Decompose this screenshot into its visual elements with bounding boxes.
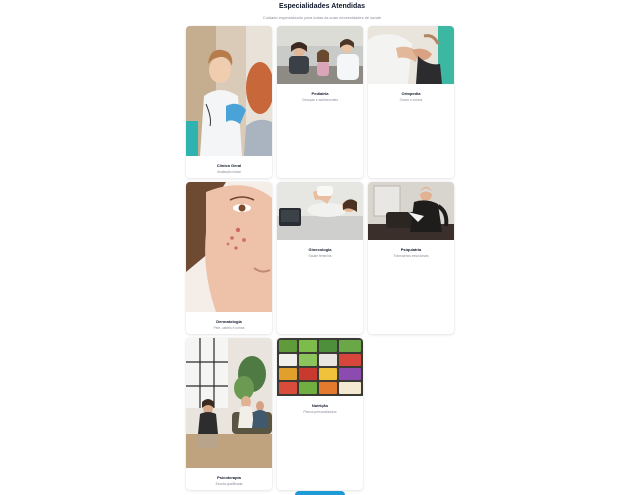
specialty-title: Clínica Geral [216, 163, 242, 168]
section-title: Especialidades Atendidas [278, 3, 366, 10]
specialties-section: Especialidades Atendidas Cuidado especia… [0, 0, 644, 495]
section-subtitle: Cuidado especializado para todas as suas… [262, 15, 382, 20]
doctor-examining-patient-photo [186, 26, 272, 156]
specialty-description: Planos personalizados [303, 410, 337, 414]
specialty-title: Psiquiatria [400, 247, 422, 252]
specialty-card-clinica-geral[interactable]: Clínica Geral Avaliação inicial [186, 26, 272, 178]
skin-closeup-photo [186, 182, 272, 312]
ultrasound-exam-photo [277, 182, 363, 240]
specialty-description: Transtornos emocionais [393, 254, 429, 258]
specialty-title: Nutrição [311, 403, 329, 408]
specialty-description: Crianças e adolescentes [301, 98, 339, 102]
specialty-description: Saúde feminina [308, 254, 332, 258]
specialty-description: Ossos e coluna [399, 98, 423, 102]
specialty-card-ginecologia[interactable]: Ginecologia Saúde feminina [277, 182, 363, 334]
specialty-title: Pediatria [311, 91, 329, 96]
vegetables-market-photo [277, 338, 363, 396]
specialty-card-ortopedia[interactable]: Ortopedia Ossos e coluna [368, 26, 454, 178]
specialty-title: Ginecologia [308, 247, 332, 252]
specialty-title: Dermatologia [216, 319, 242, 324]
specialty-description: Escuta qualificada [215, 482, 243, 486]
specialty-description: Pele, cabelo e unhas [213, 326, 245, 330]
cta-button[interactable] [295, 491, 345, 495]
specialty-card-psiquiatria[interactable]: Psiquiatria Transtornos emocionais [368, 182, 454, 334]
specialty-card-nutricao[interactable]: Nutrição Planos personalizados [277, 338, 363, 490]
group-therapy-room-photo [186, 338, 272, 468]
specialty-title: Psicoterapia [217, 475, 241, 480]
specialty-card-psicoterapia[interactable]: Psicoterapia Escuta qualificada [186, 338, 272, 490]
specialty-card-pediatria[interactable]: Pediatria Crianças e adolescentes [277, 26, 363, 178]
therapy-session-photo [368, 182, 454, 240]
specialty-title: Ortopedia [401, 91, 421, 96]
specialty-description: Avaliação inicial [217, 170, 241, 174]
orthopedic-exam-photo [368, 26, 454, 84]
specialty-card-dermatologia[interactable]: Dermatologia Pele, cabelo e unhas [186, 182, 272, 334]
pediatric-consultation-photo [277, 26, 363, 84]
